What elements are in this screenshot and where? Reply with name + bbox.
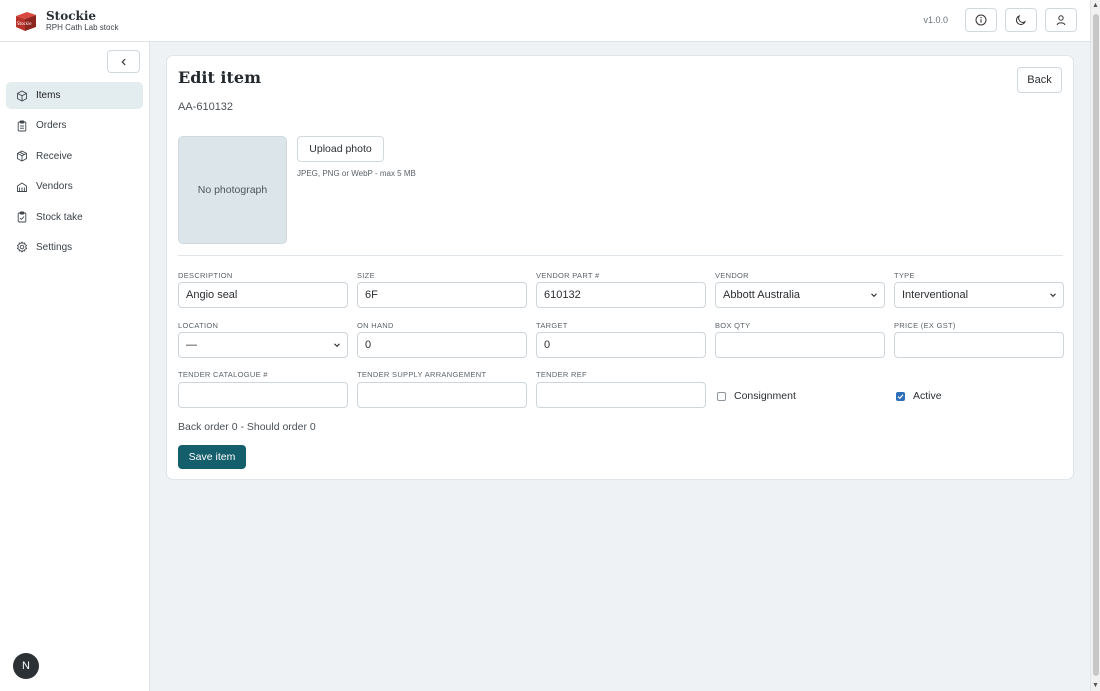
divider [178, 255, 1063, 256]
size-label: Size [357, 271, 375, 280]
brand[interactable]: Stockie Stockie RPH Cath Lab stock [14, 9, 118, 33]
theme-toggle-button[interactable] [1005, 8, 1037, 32]
sidebar-item-orders[interactable]: Orders [6, 112, 143, 139]
on-hand-label: On hand [357, 321, 394, 330]
tender-supply-label: Tender supply arrangement [357, 370, 487, 379]
building-icon [17, 182, 27, 192]
user-icon [1056, 15, 1066, 26]
info-icon [975, 14, 987, 26]
edit-item-card: Edit item AA-610132 Back No photograph U… [166, 55, 1074, 480]
sidebar-item-label: Settings [36, 241, 73, 253]
type-select-value: Interventional [902, 289, 969, 301]
clipboard-icon [17, 120, 27, 132]
consignment-checkbox-row[interactable]: Consignment [717, 390, 796, 402]
collapse-sidebar-button[interactable] [107, 50, 140, 73]
gear-icon [16, 241, 28, 254]
app-name: Stockie [46, 8, 97, 23]
sidebar-item-label: Orders [36, 120, 67, 132]
vendor-label: Vendor [715, 271, 749, 280]
sidebar-item-label: Receive [36, 150, 73, 162]
location-select[interactable]: — [178, 332, 348, 358]
box-icon [17, 89, 27, 102]
sidebar-nav: Items Orders Receive Vendors Stock take … [6, 82, 143, 264]
sidebar: Items Orders Receive Vendors Stock take … [0, 42, 150, 691]
description-label: Description [178, 271, 233, 280]
moon-icon [1015, 14, 1026, 25]
chevron-down-icon [334, 343, 340, 348]
consignment-label: Consignment [734, 390, 796, 402]
scroll-up-icon[interactable]: ▲ [1092, 2, 1099, 9]
scroll-down-icon[interactable]: ▼ [1092, 682, 1099, 689]
chevron-left-icon [120, 58, 126, 65]
active-checkbox[interactable] [896, 391, 905, 401]
svg-text:Stockie: Stockie [17, 21, 32, 26]
user-menu-button[interactable] [1045, 8, 1077, 32]
version-label: v1.0.0 [923, 15, 948, 25]
sidebar-item-label: Items [36, 90, 61, 101]
save-item-button[interactable]: Save item [178, 445, 246, 469]
price-label: Price (ex GST) [894, 321, 956, 330]
price-field[interactable] [894, 332, 1064, 358]
vendor-part-field[interactable]: 610132 [536, 282, 706, 308]
check-icon [897, 393, 904, 399]
consignment-checkbox[interactable] [717, 391, 726, 401]
sidebar-item-receive[interactable]: Receive [6, 143, 143, 170]
package-icon [17, 150, 27, 162]
info-button[interactable] [965, 8, 997, 32]
vendor-select[interactable]: Abbott Australia [715, 282, 885, 308]
photo-placeholder: No photograph [178, 136, 287, 244]
on-hand-field[interactable]: 0 [357, 332, 527, 358]
upload-hint: JPEG, PNG or WebP - max 5 MB [297, 169, 416, 178]
description-field[interactable]: Angio seal [178, 282, 348, 308]
type-label: Type [894, 271, 915, 280]
target-field[interactable]: 0 [536, 332, 706, 358]
avatar[interactable]: N [13, 653, 39, 679]
tender-catalogue-label: Tender catalogue # [178, 370, 268, 379]
app-subtitle: RPH Cath Lab stock [46, 22, 119, 32]
scroll-thumb[interactable] [1093, 14, 1099, 676]
sidebar-item-settings[interactable]: Settings [6, 234, 143, 261]
vendor-part-label: Vendor part # [536, 271, 600, 280]
page-scrollbar[interactable]: ▲ ▼ [1090, 0, 1100, 691]
page-title: Edit item [178, 68, 261, 87]
upload-photo-button[interactable]: Upload photo [297, 136, 384, 162]
sidebar-item-items[interactable]: Items [6, 82, 143, 109]
vendor-select-value: Abbott Australia [723, 289, 801, 301]
sidebar-item-stock-take[interactable]: Stock take [6, 204, 143, 231]
location-select-value: — [186, 339, 197, 351]
clipboard-check-icon [17, 211, 27, 223]
size-field[interactable]: 6F [357, 282, 527, 308]
back-button[interactable]: Back [1017, 67, 1062, 93]
sidebar-item-vendors[interactable]: Vendors [6, 173, 143, 200]
sidebar-item-label: Stock take [36, 211, 83, 223]
target-label: Target [536, 321, 568, 330]
tender-catalogue-field[interactable] [178, 382, 348, 408]
active-checkbox-row[interactable]: Active [896, 390, 942, 402]
stockie-logo-icon: Stockie [16, 11, 36, 31]
top-header: Stockie Stockie RPH Cath Lab stock v1.0.… [0, 0, 1090, 42]
box-qty-field[interactable] [715, 332, 885, 358]
active-label: Active [913, 390, 942, 402]
box-qty-label: Box qty [715, 321, 751, 330]
location-label: Location [178, 321, 219, 330]
sidebar-item-label: Vendors [36, 181, 73, 193]
chevron-down-icon [1050, 293, 1056, 298]
type-select[interactable]: Interventional [894, 282, 1064, 308]
tender-supply-field[interactable] [357, 382, 527, 408]
tender-ref-field[interactable] [536, 382, 706, 408]
tender-ref-label: Tender ref [536, 370, 587, 379]
item-code: AA-610132 [178, 101, 234, 113]
order-status-note: Back order 0 - Should order 0 [178, 421, 316, 433]
chevron-down-icon [871, 293, 877, 298]
